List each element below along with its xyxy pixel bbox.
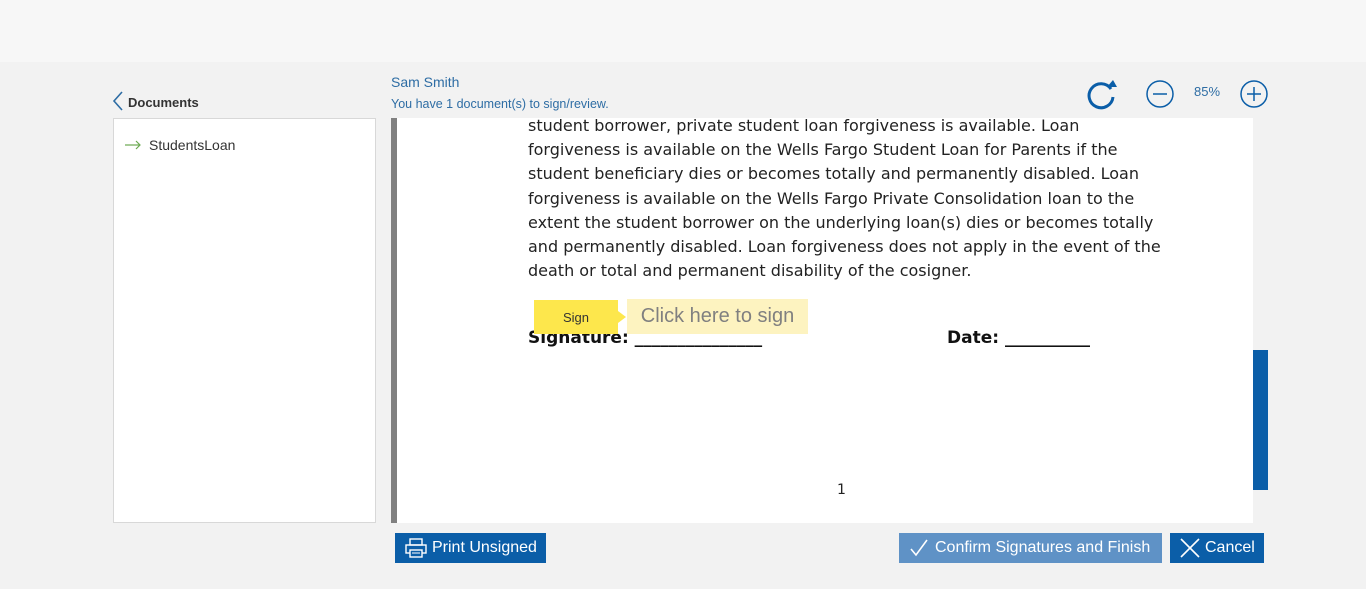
- document-name: StudentsLoan: [149, 137, 236, 153]
- zoom-in-button[interactable]: [1239, 79, 1269, 109]
- document-body-text: student borrower, private student loan f…: [528, 118, 1168, 283]
- checkmark-icon: [910, 539, 928, 557]
- document-line: student beneficiary dies or becomes tota…: [528, 164, 1139, 184]
- back-label: Documents: [128, 95, 199, 110]
- top-bar: [0, 0, 1366, 62]
- minus-circle-icon: [1146, 80, 1174, 108]
- document-line: forgiveness is available on the Wells Fa…: [528, 140, 1118, 160]
- refresh-icon: [1087, 80, 1117, 110]
- cancel-label: Cancel: [1205, 539, 1255, 556]
- confirm-signatures-button[interactable]: Confirm Signatures and Finish: [899, 533, 1162, 563]
- document-list: StudentsLoan: [113, 118, 376, 523]
- document-line: and permanently disabled. Loan forgivene…: [528, 237, 1161, 257]
- print-unsigned-button[interactable]: Print Unsigned: [395, 533, 546, 563]
- document-line: forgiveness is available on the Wells Fa…: [528, 188, 1135, 208]
- arrow-right-icon: [125, 140, 141, 150]
- document-list-item[interactable]: StudentsLoan: [124, 137, 235, 153]
- confirm-label: Confirm Signatures and Finish: [935, 539, 1151, 556]
- click-to-sign-field[interactable]: Click here to sign: [627, 299, 808, 334]
- page-number: 1: [837, 482, 846, 498]
- chevron-left-icon: [112, 91, 123, 111]
- document-line: death or total and permanent disability …: [528, 261, 972, 281]
- zoom-out-button[interactable]: [1145, 79, 1175, 109]
- close-icon: [1180, 538, 1200, 558]
- viewer-left-border: [391, 118, 397, 523]
- print-label: Print Unsigned: [432, 539, 537, 556]
- scrollbar-thumb[interactable]: [1253, 350, 1268, 490]
- user-name: Sam Smith: [391, 74, 460, 90]
- back-to-documents-button[interactable]: Documents: [112, 90, 199, 112]
- printer-icon: [405, 538, 427, 558]
- zoom-level: 85%: [1193, 84, 1221, 99]
- sign-tag[interactable]: Sign: [534, 300, 626, 334]
- plus-circle-icon: [1240, 80, 1268, 108]
- rotate-button[interactable]: [1085, 78, 1119, 110]
- document-line: extent the student borrower on the under…: [528, 212, 1154, 232]
- cancel-button[interactable]: Cancel: [1170, 533, 1264, 563]
- documents-status: You have 1 document(s) to sign/review.: [391, 97, 609, 111]
- document-viewer[interactable]: student borrower, private student loan f…: [391, 118, 1253, 523]
- document-line: student borrower, private student loan f…: [528, 118, 1080, 135]
- date-label: Date: __________: [947, 328, 1090, 348]
